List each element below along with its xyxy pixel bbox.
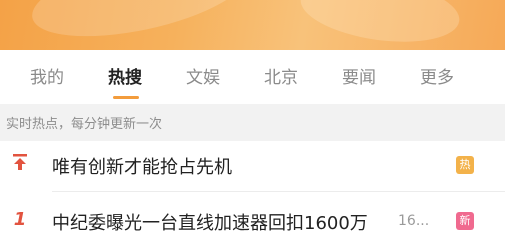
update-tip-bar: 实时热点，每分钟更新一次 [0,104,505,141]
item-title: 中纪委曝光一台直线加速器回扣1600万 [52,213,368,234]
row-divider [52,191,505,192]
item-rank: 1 [13,209,27,230]
tab-more[interactable]: 更多 [420,63,454,88]
new-badge: 新 [456,212,474,230]
active-tab-indicator [113,96,139,99]
hot-search-item[interactable]: 唯有创新才能抢占先机 热 [0,141,505,191]
hot-badge: 热 [456,156,474,174]
tab-hot-search[interactable]: 热搜 [108,63,142,88]
hot-search-item[interactable]: 1 中纪委曝光一台直线加速器回扣1600万 16... 新 [0,196,505,246]
item-count: 16... [398,213,430,229]
banner-decoration [25,0,255,50]
tab-news[interactable]: 要闻 [342,63,376,88]
banner-decoration [296,0,464,50]
tab-beijing[interactable]: 北京 [264,63,298,88]
tab-mine[interactable]: 我的 [30,63,64,88]
tab-entertainment[interactable]: 文娱 [186,63,220,88]
top-banner [0,0,505,50]
pin-top-icon [10,153,30,176]
item-title: 唯有创新才能抢占先机 [52,157,232,178]
tab-bar: 我的 热搜 文娱 北京 要闻 更多 [0,50,505,104]
update-tip-text: 实时热点，每分钟更新一次 [6,117,163,132]
